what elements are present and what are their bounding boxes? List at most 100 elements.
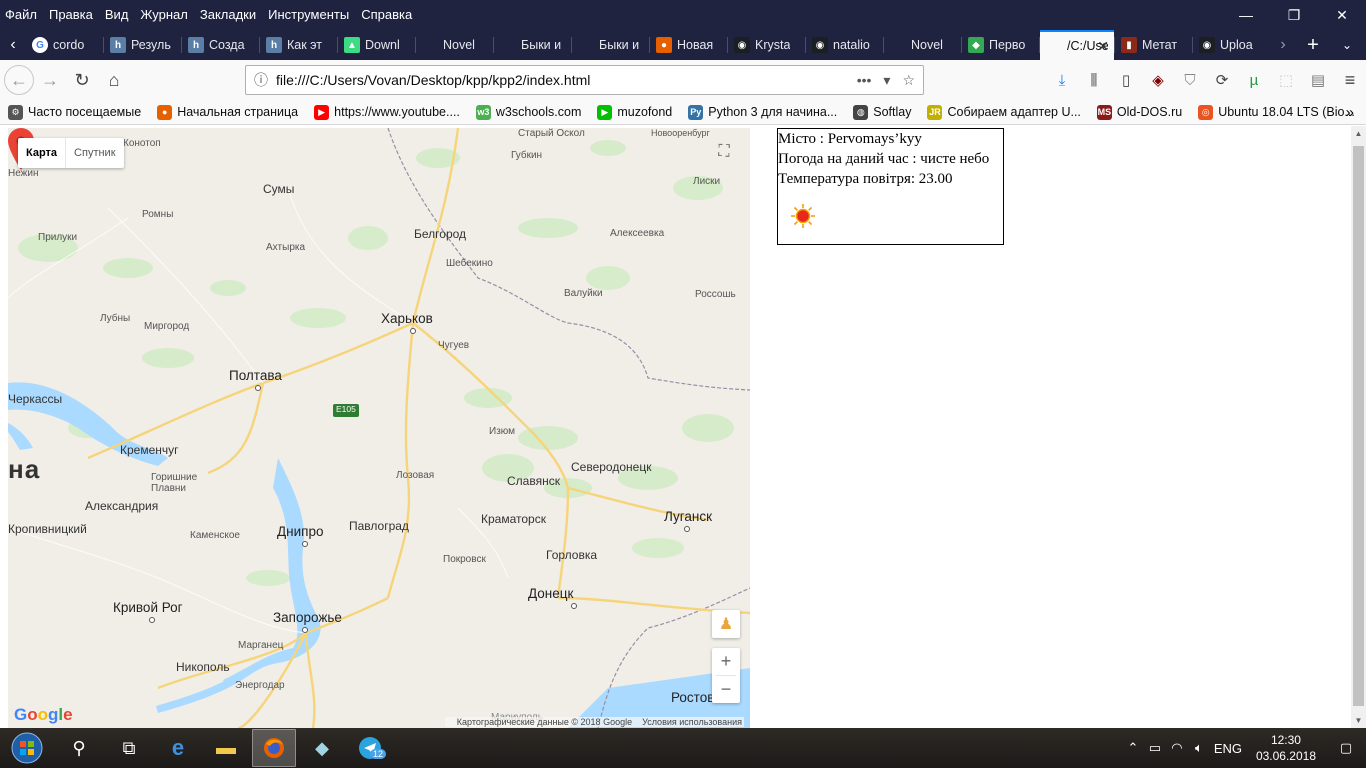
scroll-tabs-right-icon[interactable]: ›	[1270, 30, 1296, 60]
browser-tab[interactable]: Novel	[884, 30, 961, 60]
clock[interactable]: 12:30 03.06.2018	[1246, 732, 1326, 764]
browser-tab[interactable]: Gcordo	[26, 30, 103, 60]
fullscreen-icon[interactable]: ⛶	[710, 138, 738, 166]
bookmark-item[interactable]: MS Old-DOS.ru	[1089, 104, 1190, 120]
bookmark-item[interactable]: ◍ Softlay	[845, 104, 919, 120]
browser-tab[interactable]: /C:/Use ✕	[1040, 30, 1114, 60]
city-dot	[255, 385, 261, 391]
bookmark-item[interactable]: JR Собираем адаптер U...	[919, 104, 1088, 120]
browser-tab[interactable]: h Созда	[182, 30, 259, 60]
utorrent-icon[interactable]: µ	[1238, 64, 1270, 96]
google-map[interactable]: E105 Харьков Полтава Днипро Запорожье Кр…	[8, 128, 750, 728]
maximize-button[interactable]: ❐	[1270, 0, 1318, 30]
menu-bookmarks[interactable]: Закладки	[194, 5, 262, 25]
github-icon: ◉	[734, 37, 750, 53]
pdf-icon[interactable]: ⬚	[1270, 64, 1302, 96]
start-button[interactable]	[0, 728, 54, 768]
town-label: Павлоград	[349, 519, 409, 533]
zoom-out-button[interactable]: −	[712, 676, 740, 703]
shield-icon[interactable]: ⛉	[1174, 64, 1206, 96]
pocket-icon[interactable]: ▾	[883, 72, 890, 89]
menu-history[interactable]: Журнал	[134, 5, 193, 25]
info-icon[interactable]: ⓘ	[246, 70, 276, 90]
new-tab-icon[interactable]: +	[1296, 30, 1330, 60]
map-type-satellite-button[interactable]: Спутник	[65, 138, 123, 168]
scroll-up-icon[interactable]: ▲	[1351, 126, 1366, 141]
bookmark-item[interactable]: ▶ muzofond	[589, 104, 680, 120]
bookmark-item[interactable]: ● Начальная страница	[149, 104, 306, 120]
scroll-tabs-left-icon[interactable]: ‹	[0, 30, 26, 60]
bookmark-item[interactable]: ▶ https://www.youtube....	[306, 104, 468, 120]
browser-tab[interactable]: Быки и ко	[572, 30, 649, 60]
firefox-taskbar-icon[interactable]	[252, 729, 296, 767]
browser-tab[interactable]: ◉ natalio	[806, 30, 883, 60]
ublock-icon[interactable]: ◈	[1142, 64, 1174, 96]
browser-tab[interactable]: Быки и ко	[494, 30, 571, 60]
task-view-icon[interactable]: ⧉	[104, 728, 154, 768]
menu-edit[interactable]: Правка	[43, 5, 99, 25]
close-tab-icon[interactable]: ✕	[1097, 38, 1109, 55]
notepad-icon[interactable]: ◆	[300, 729, 344, 767]
bookmark-item[interactable]: w3 w3schools.com	[468, 104, 589, 120]
url-text[interactable]: file:///C:/Users/Vovan/Desktop/kpp/kpp2/…	[276, 72, 857, 88]
menu-tools[interactable]: Инструменты	[262, 5, 355, 25]
terms-link[interactable]: Условия использования	[642, 717, 742, 727]
bookmark-star-icon[interactable]: ☆	[902, 72, 915, 89]
extension-icon[interactable]: ▤	[1302, 64, 1334, 96]
scroll-thumb[interactable]	[1353, 146, 1364, 706]
vertical-scrollbar[interactable]: ▲ ▼	[1351, 126, 1366, 728]
town-label: Прилуки	[38, 232, 78, 243]
address-bar[interactable]: ⓘ file:///C:/Users/Vovan/Desktop/kpp/kpp…	[245, 65, 924, 95]
all-tabs-chevron-icon[interactable]: ⌄	[1330, 30, 1364, 60]
town-label: Никополь	[176, 660, 230, 674]
reload-button[interactable]: ↻	[66, 64, 98, 96]
menu-view[interactable]: Вид	[99, 5, 135, 25]
zoom-in-button[interactable]: +	[712, 648, 740, 675]
sync-icon[interactable]: ⟳	[1206, 64, 1238, 96]
bookmarks-overflow-icon[interactable]: »	[1346, 104, 1354, 121]
page-content: E105 Харьков Полтава Днипро Запорожье Кр…	[0, 126, 1366, 728]
library-icon[interactable]: ⫼	[1078, 64, 1110, 96]
close-window-button[interactable]: ✕	[1318, 0, 1366, 30]
browser-tab[interactable]: ▮ Метат	[1115, 30, 1192, 60]
browser-tab[interactable]: ▲ Downl	[338, 30, 415, 60]
pegman-icon[interactable]: ♟	[712, 610, 740, 638]
hamburger-menu-icon[interactable]: ≡	[1334, 64, 1366, 96]
edge-icon[interactable]: e	[156, 729, 200, 767]
home-button[interactable]: ⌂	[98, 64, 130, 96]
back-button[interactable]: ←	[4, 65, 34, 95]
city-dot	[410, 328, 416, 334]
browser-tab[interactable]: ◉ Uploa	[1193, 30, 1270, 60]
telegram-icon[interactable]: 12	[348, 729, 392, 767]
menu-file[interactable]: Файл	[0, 5, 43, 25]
bookmark-item[interactable]: ◎ Ubuntu 18.04 LTS (Bio...	[1190, 104, 1363, 120]
city-label: Днипро	[277, 524, 324, 539]
sidebar-icon[interactable]: ▯	[1110, 64, 1142, 96]
bookmark-item[interactable]: ⚙ Часто посещаемые	[0, 104, 149, 120]
browser-tab[interactable]: ◆ Перво	[962, 30, 1039, 60]
browser-tab[interactable]: h Как эт	[260, 30, 337, 60]
bookmark-item[interactable]: Py Python 3 для начина...	[680, 104, 845, 120]
page-actions-icon[interactable]: •••	[857, 72, 872, 89]
notifications-icon[interactable]: ▢	[1326, 740, 1366, 756]
file-explorer-icon[interactable]: ▬	[204, 729, 248, 767]
browser-tab[interactable]: ● Новая	[650, 30, 727, 60]
browser-tab[interactable]: h Резуль	[104, 30, 181, 60]
battery-icon[interactable]: ▭	[1144, 740, 1166, 756]
wifi-icon[interactable]: ◠	[1166, 740, 1188, 756]
show-hidden-icons-icon[interactable]: ⌃	[1122, 740, 1144, 756]
scroll-down-icon[interactable]: ▼	[1351, 713, 1366, 728]
map-type-map-button[interactable]: Карта	[18, 138, 65, 168]
tab-label: Novel	[443, 38, 475, 52]
downloads-icon[interactable]: ⤓	[1046, 64, 1078, 96]
city-dot	[302, 541, 308, 547]
browser-tab[interactable]: Novel	[416, 30, 493, 60]
search-icon[interactable]: ⚲	[54, 728, 104, 768]
forward-button[interactable]: →	[34, 64, 66, 96]
minimize-button[interactable]: —	[1222, 0, 1270, 30]
menu-help[interactable]: Справка	[355, 5, 418, 25]
browser-tab[interactable]: ◉ Krysta	[728, 30, 805, 60]
language-indicator[interactable]: ENG	[1210, 741, 1246, 756]
volume-icon[interactable]: 🔈︎	[1188, 740, 1210, 756]
tab-label: Созда	[209, 38, 245, 52]
